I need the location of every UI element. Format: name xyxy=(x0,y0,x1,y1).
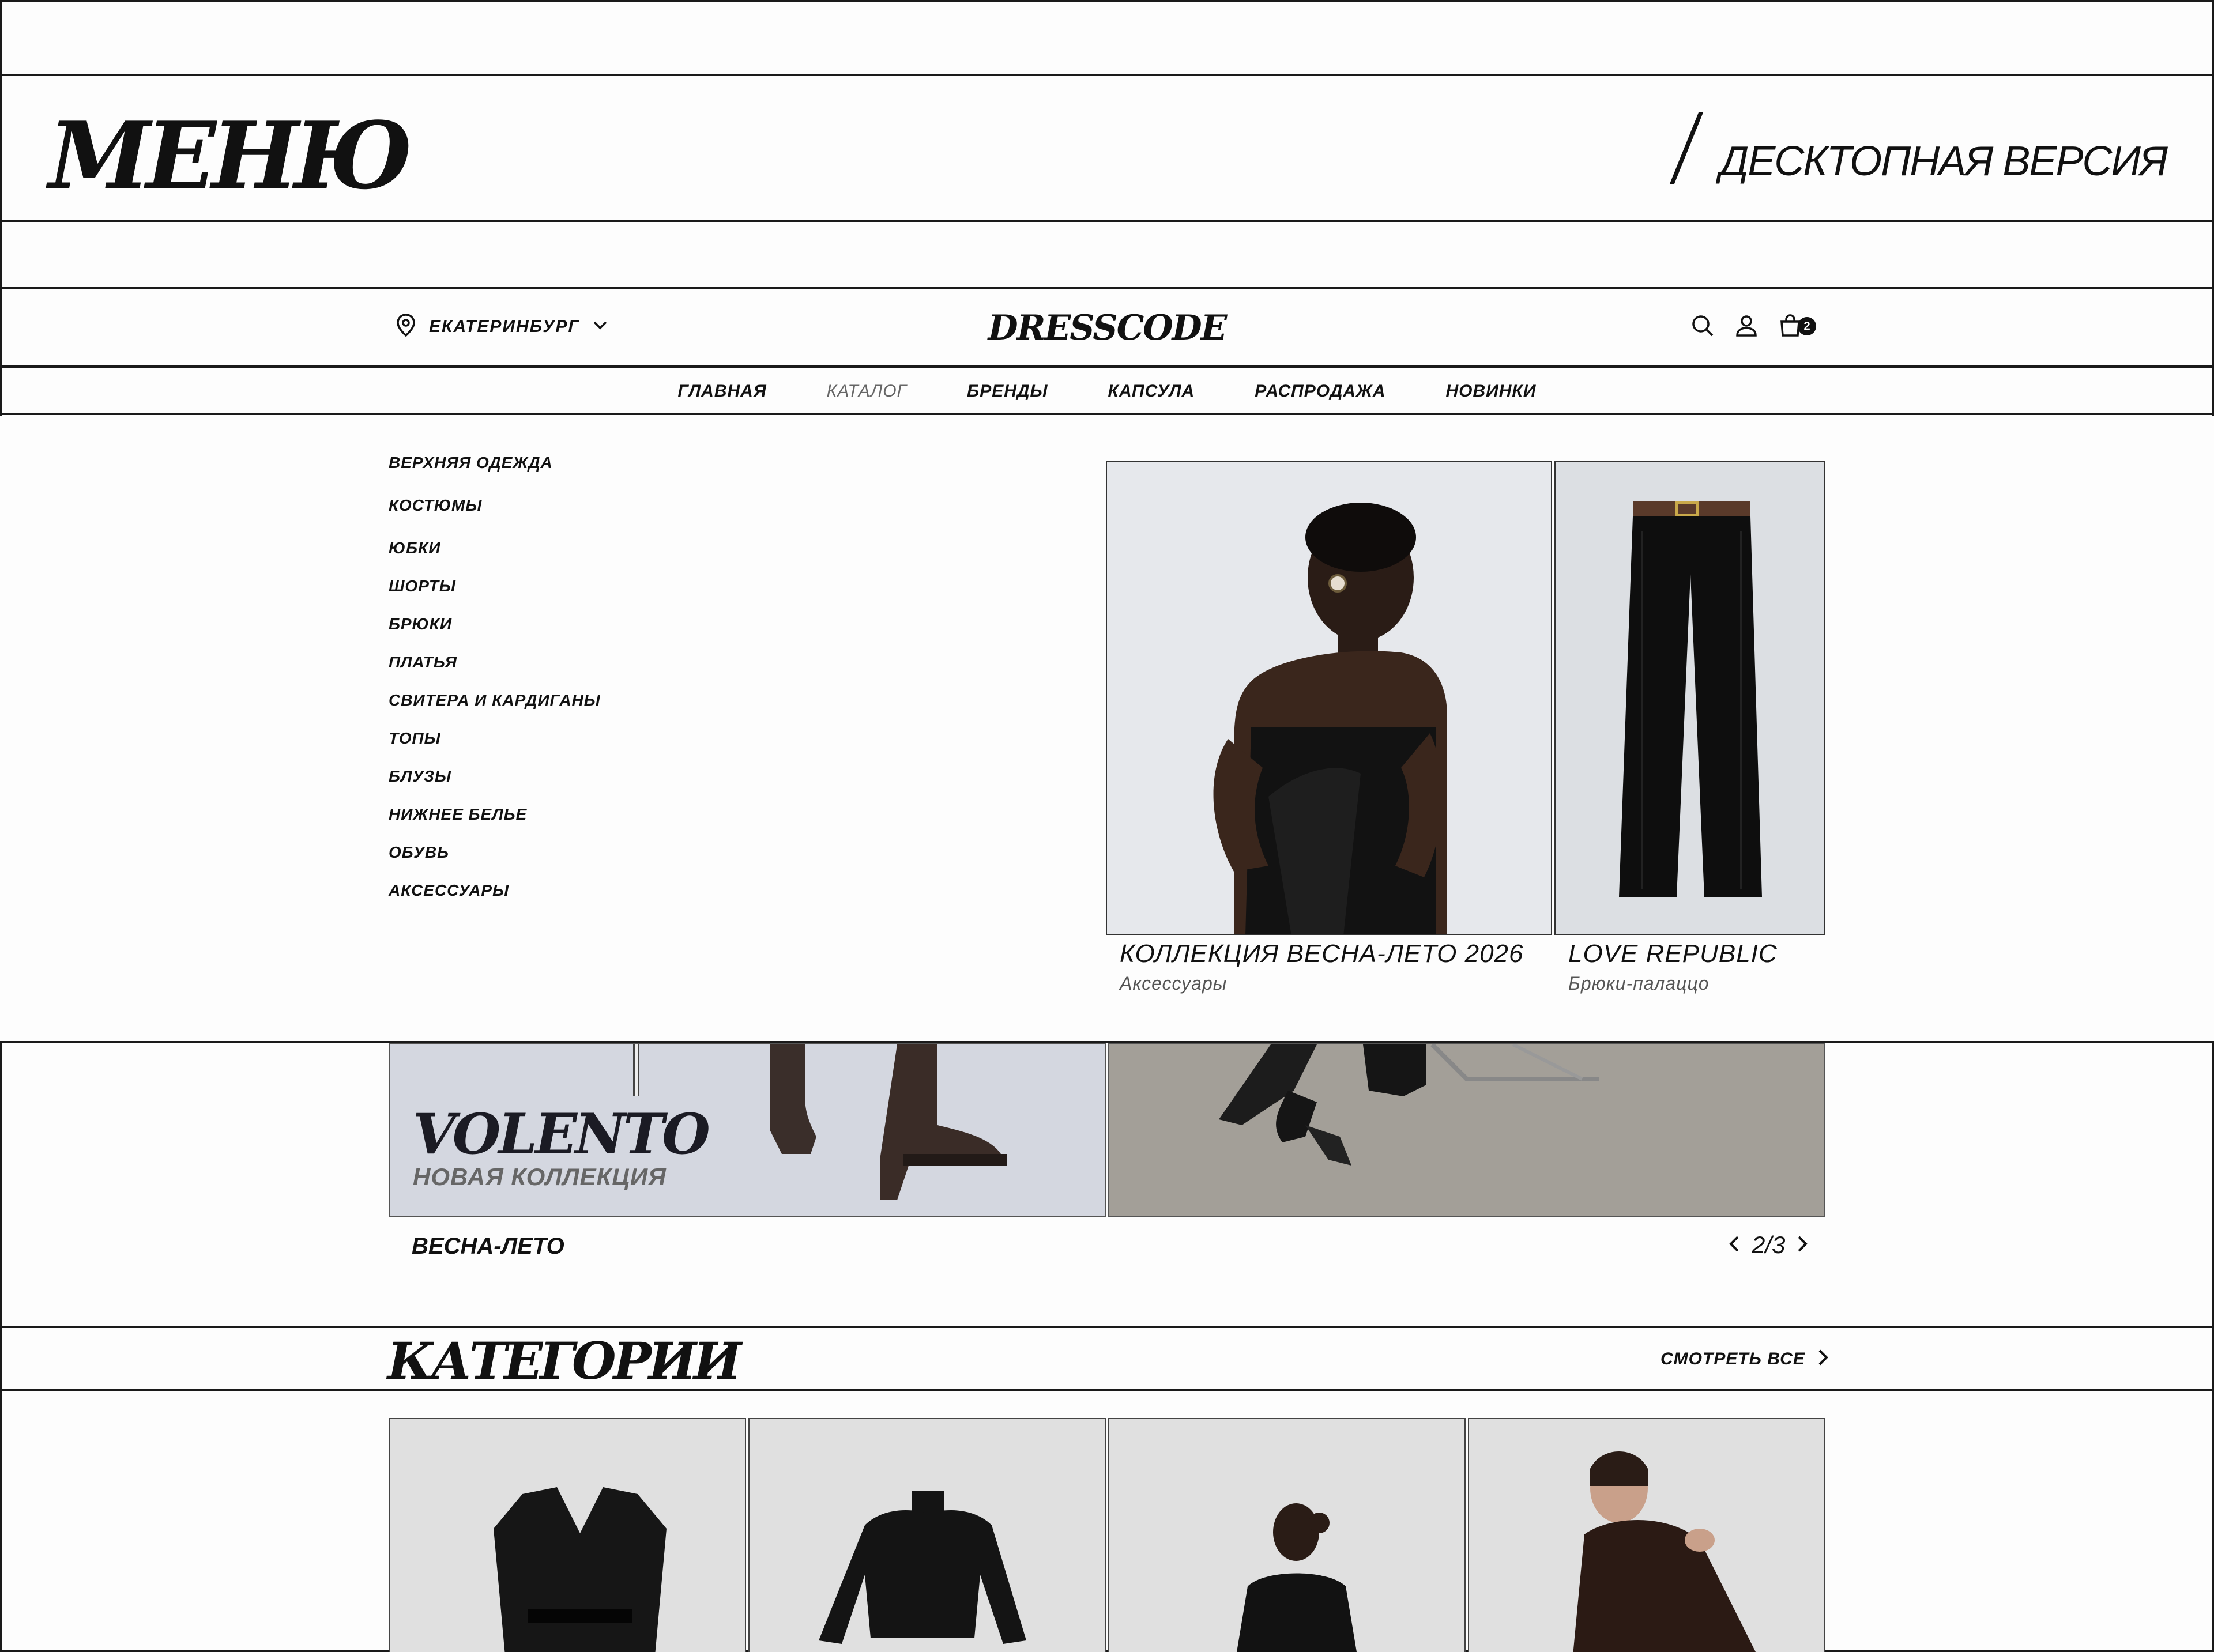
cart-count-badge: 2 xyxy=(1798,317,1816,335)
model-back-image xyxy=(1109,1419,1464,1652)
hero-pager: 2/3 xyxy=(1727,1231,1809,1259)
header-top-rule xyxy=(0,74,2214,76)
promo-subtitle-love-republic: Брюки-палаццо xyxy=(1568,973,1710,994)
chevron-left-icon[interactable] xyxy=(1727,1234,1741,1257)
top-image xyxy=(750,1419,1105,1652)
promo-title-love-republic: LOVE REPUBLIC xyxy=(1568,940,1778,968)
jacket-image xyxy=(390,1419,745,1652)
category-card[interactable] xyxy=(1468,1418,1825,1652)
category-item[interactable]: ПЛАТЬЯ xyxy=(389,652,601,691)
trousers-photo xyxy=(1556,462,1824,934)
version-label-group: ДЕСКТОПНАЯ ВЕРСИЯ xyxy=(1669,112,2168,184)
site-header: ЕКАТЕРИНБУРГ DRESSCODE 2 xyxy=(0,289,2214,365)
heels-image xyxy=(1109,1044,1824,1216)
slash-divider xyxy=(1669,112,1703,184)
promo-title-collection: КОЛЛЕКЦИЯ ВЕСНА-ЛЕТО 2026 xyxy=(1120,940,1524,968)
catalog-mega-menu: ВЕРХНЯЯ ОДЕЖДА КОСТЮМЫ ЮБКИ ШОРТЫ БРЮКИ … xyxy=(0,416,2214,1042)
categories-bottom-rule xyxy=(0,1389,2214,1391)
city-selector[interactable]: ЕКАТЕРИНБУРГ xyxy=(394,312,609,341)
header-bottom-rule xyxy=(0,220,2214,222)
nav-top-rule xyxy=(0,365,2214,368)
cart-icon[interactable]: 2 xyxy=(1777,312,1816,339)
category-item[interactable]: АКСЕССУАРЫ xyxy=(389,881,601,919)
header-actions: 2 xyxy=(1689,312,1816,339)
nav-bottom-rule xyxy=(0,413,2214,415)
hero-brand-name: VOLENTO xyxy=(413,1102,710,1167)
categories-top-rule xyxy=(0,1326,2214,1328)
hero-banner-right[interactable] xyxy=(1108,1043,1825,1217)
promo-card-collection[interactable] xyxy=(1106,461,1552,935)
model-sweater-image xyxy=(1469,1419,1824,1652)
nav-item-capsule[interactable]: КАПСУЛА xyxy=(1108,382,1195,401)
category-item[interactable]: ОБУВЬ xyxy=(389,843,601,881)
site-logo[interactable]: DRESSCODE xyxy=(922,308,1292,348)
page-title: МЕНЮ xyxy=(48,101,413,210)
category-card[interactable] xyxy=(389,1418,746,1652)
promo-subtitle-collection: Аксессуары xyxy=(1120,973,1228,994)
location-pin-icon xyxy=(394,312,417,341)
user-icon[interactable] xyxy=(1733,312,1760,339)
hero-banner-left[interactable]: VOLENTO НОВАЯ КОЛЛЕКЦИЯ xyxy=(389,1043,1106,1217)
version-label: ДЕСКТОПНАЯ ВЕРСИЯ xyxy=(1719,138,2168,184)
nav-item-brands[interactable]: БРЕНДЫ xyxy=(967,382,1048,401)
search-icon[interactable] xyxy=(1689,312,1716,339)
category-item[interactable]: БРЮКИ xyxy=(389,614,601,652)
frame-top-rule xyxy=(0,0,2214,2)
main-nav: ГЛАВНАЯ КАТАЛОГ БРЕНДЫ КАПСУЛА РАСПРОДАЖ… xyxy=(0,369,2214,414)
hero-season-label: ВЕСНА-ЛЕТО xyxy=(412,1234,564,1259)
nav-item-catalog[interactable]: КАТАЛОГ xyxy=(827,382,907,401)
category-list: ВЕРХНЯЯ ОДЕЖДА КОСТЮМЫ ЮБКИ ШОРТЫ БРЮКИ … xyxy=(389,453,601,919)
category-item[interactable]: ЮБКИ xyxy=(389,538,601,576)
chevron-right-icon xyxy=(1817,1348,1829,1370)
nav-item-home[interactable]: ГЛАВНАЯ xyxy=(678,382,767,401)
category-card[interactable] xyxy=(1108,1418,1466,1652)
model-photo xyxy=(1107,462,1551,934)
chevron-right-icon[interactable] xyxy=(1795,1234,1809,1257)
see-all-link[interactable]: СМОТРЕТЬ ВСЕ xyxy=(1660,1348,1829,1370)
category-item[interactable]: БЛУЗЫ xyxy=(389,767,601,805)
category-item[interactable]: КОСТЮМЫ xyxy=(389,496,601,538)
chevron-down-icon xyxy=(592,319,609,334)
category-item[interactable]: ТОПЫ xyxy=(389,729,601,767)
nav-item-new[interactable]: НОВИНКИ xyxy=(1446,382,1537,401)
mega-menu-bottom-rule xyxy=(0,1041,2214,1043)
promo-card-love-republic[interactable] xyxy=(1554,461,1825,935)
pager-count: 2/3 xyxy=(1752,1231,1786,1258)
see-all-label: СМОТРЕТЬ ВСЕ xyxy=(1660,1349,1805,1368)
frame-bottom-rule xyxy=(0,1650,2214,1652)
category-item[interactable]: ШОРТЫ xyxy=(389,576,601,614)
hero-brand-subtitle: НОВАЯ КОЛЛЕКЦИЯ xyxy=(413,1163,667,1190)
category-card[interactable] xyxy=(748,1418,1106,1652)
category-item[interactable]: НИЖНЕЕ БЕЛЬЕ xyxy=(389,805,601,843)
categories-title: КАТЕГОРИИ xyxy=(387,1331,741,1391)
city-name: ЕКАТЕРИНБУРГ xyxy=(429,316,580,336)
category-item[interactable]: ВЕРХНЯЯ ОДЕЖДА xyxy=(389,453,601,496)
menu-spec-page: МЕНЮ ДЕСКТОПНАЯ ВЕРСИЯ ЕКАТЕРИНБУРГ DRES… xyxy=(0,0,2214,1652)
nav-item-sale[interactable]: РАСПРОДАЖА xyxy=(1255,382,1385,401)
category-item[interactable]: СВИТЕРА И КАРДИГАНЫ xyxy=(389,691,601,729)
